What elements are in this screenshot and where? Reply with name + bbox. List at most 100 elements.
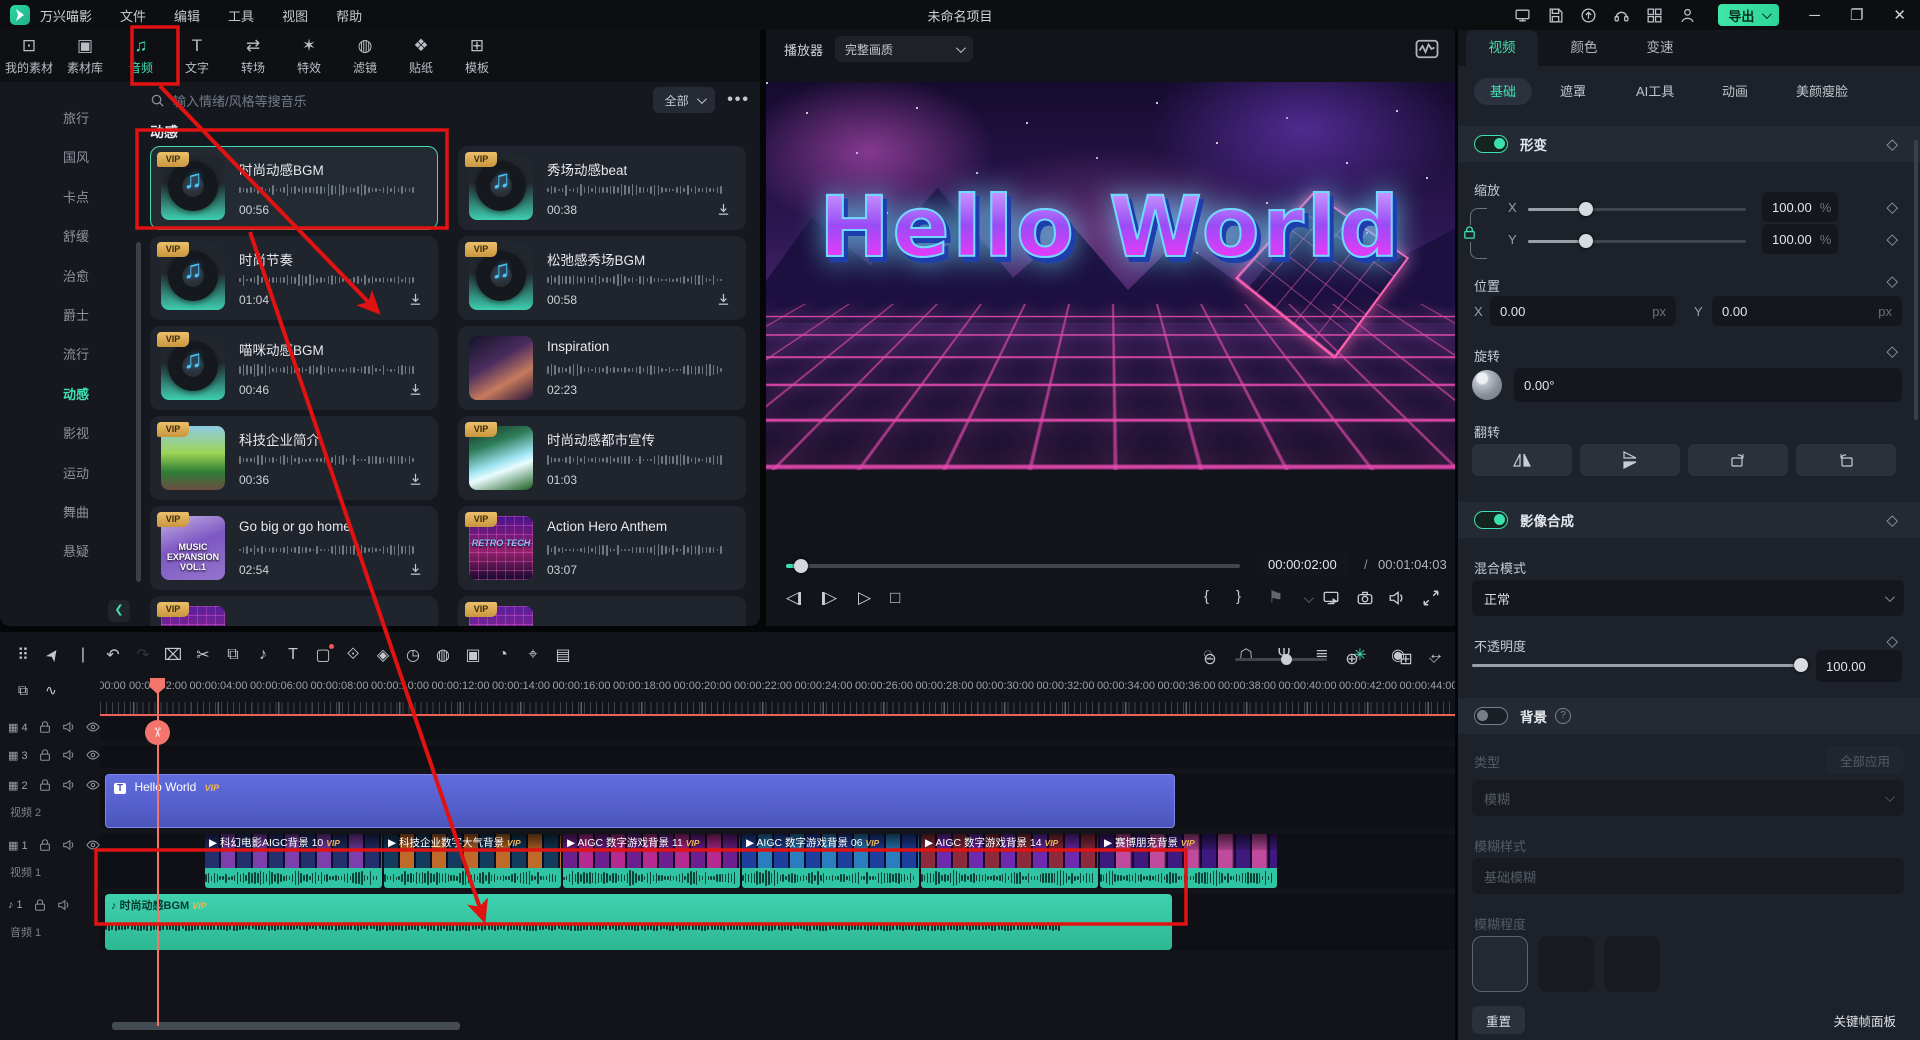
inspector-scrollbar[interactable] [1914, 140, 1918, 420]
flip-horizontal-button[interactable] [1472, 444, 1572, 476]
speaker-icon[interactable] [62, 720, 76, 734]
music-item[interactable]: VIP [458, 596, 746, 626]
display-ratio-icon[interactable] [1322, 589, 1340, 607]
music-item[interactable]: VIP 松弛感秀场BGM 00:58 [458, 236, 746, 320]
minimize-button[interactable]: ─ [1809, 7, 1820, 24]
subtab-mask[interactable]: 遮罩 [1560, 78, 1586, 105]
undo-icon[interactable]: ↶ [98, 645, 128, 665]
save-icon[interactable] [1547, 7, 1564, 24]
lock-icon[interactable] [33, 898, 47, 912]
compositing-toggle[interactable] [1474, 511, 1508, 529]
blur-amount-swatch[interactable] [1538, 936, 1594, 992]
filter-dropdown[interactable]: 全部 [653, 87, 715, 113]
upload-icon[interactable] [1580, 7, 1597, 24]
media-tab[interactable]: ♫ 音频 [114, 36, 168, 76]
subtab-animation[interactable]: 动画 [1722, 78, 1748, 105]
track-header-3[interactable]: ▦ 3 [0, 748, 100, 762]
media-tab[interactable]: ⊡ 我的素材 [2, 36, 56, 76]
reset-button[interactable]: 重置 [1472, 1006, 1525, 1034]
maximize-button[interactable]: ❐ [1850, 6, 1863, 24]
media-tab[interactable]: T 文字 [170, 36, 224, 76]
media-tab[interactable]: ⊞ 模板 [450, 36, 504, 76]
detach-audio-icon[interactable]: ♪ [248, 646, 278, 664]
split-icon[interactable]: ✂ [188, 645, 218, 665]
seek-thumb[interactable] [794, 559, 808, 573]
track-options-icon[interactable]: ⊞ [1391, 649, 1421, 669]
category-item[interactable]: 动感 [0, 380, 130, 410]
playback-quality-dropdown[interactable]: 完整画质 [835, 36, 973, 62]
previous-frame-button[interactable]: ◁ [786, 588, 801, 608]
account-icon[interactable] [1679, 7, 1696, 24]
speed-icon[interactable]: ◷ [398, 645, 428, 665]
speaker-icon[interactable] [62, 838, 76, 852]
menu-item[interactable]: 工具 [228, 6, 254, 25]
help-icon[interactable]: ? [1555, 708, 1571, 724]
video-clip[interactable]: ▶ 科技企业数字大气背景 VIP [384, 834, 561, 888]
category-item[interactable]: 运动 [0, 459, 130, 489]
timeline-zoom-slider[interactable] [1235, 658, 1327, 661]
zoom-in-icon[interactable]: ⊕ [1337, 649, 1367, 669]
menu-item[interactable]: 文件 [120, 6, 146, 25]
music-item[interactable]: MUSIC EXPANSION VOL.1 VIP Go big or go h… [150, 506, 438, 590]
support-headset-icon[interactable] [1613, 7, 1630, 24]
select-tool-icon[interactable]: ➤ [36, 637, 70, 673]
collapse-sidebar-button[interactable]: ❮ [108, 600, 130, 622]
flip-vertical-button[interactable] [1580, 444, 1680, 476]
snapshot-camera-icon[interactable] [1356, 589, 1374, 607]
track-header-2[interactable]: ▦ 2 [0, 778, 100, 792]
rotate-knob[interactable] [1472, 370, 1502, 400]
music-item[interactable]: RETRO TECH VIP Action Hero Anthem 03:07 [458, 506, 746, 590]
divider[interactable]: | [68, 646, 98, 664]
video-clip[interactable]: ▶ 赛博朋克背景 VIP [1100, 834, 1277, 888]
track-lane-3[interactable] [100, 746, 1455, 768]
opacity-input[interactable]: 100.00 [1816, 650, 1902, 682]
bg-type-dropdown[interactable]: 模糊 [1472, 780, 1904, 816]
category-item[interactable]: 流行 [0, 340, 130, 370]
scopes-icon[interactable] [1415, 37, 1439, 61]
lock-icon[interactable] [38, 838, 52, 852]
category-item[interactable]: 国风 [0, 143, 130, 173]
keyframe-panel-button[interactable]: 关键帧面板 [1819, 1006, 1910, 1034]
scale-x-input[interactable]: 100.00% [1762, 192, 1838, 222]
music-item[interactable]: VIP [150, 596, 438, 626]
position-y-input[interactable]: 0.00px [1712, 296, 1902, 326]
media-tab[interactable]: ▣ 素材库 [58, 36, 112, 76]
rotate-keyframe-icon[interactable]: ◇ [1886, 342, 1898, 360]
background-toggle[interactable] [1474, 707, 1508, 725]
marker-flag-icon[interactable]: ⚑ [1268, 588, 1283, 608]
video-clip[interactable]: ▶ AIGC 数字游戏背景 06 VIP [742, 834, 919, 888]
category-item[interactable]: 卡点 [0, 183, 130, 213]
portrait-icon[interactable]: ▣ [458, 645, 488, 665]
position-keyframe-icon[interactable]: ◇ [1886, 272, 1898, 290]
timer-icon[interactable]: ◔ [488, 646, 518, 664]
copy-to-library-icon[interactable]: ⧉ [8, 682, 38, 699]
search-input[interactable]: 输入情绪/风格等搜音乐 [173, 91, 653, 110]
speaker-icon[interactable] [62, 778, 76, 792]
category-item[interactable]: 悬疑 [0, 537, 130, 567]
transform-toggle[interactable] [1474, 135, 1508, 153]
stop-button[interactable]: □ [890, 588, 900, 608]
keyframe-tool-icon[interactable]: ◈ [368, 645, 398, 665]
subtab-basic[interactable]: 基础 [1474, 78, 1532, 105]
category-item[interactable]: 舒缓 [0, 222, 130, 252]
play-button[interactable]: ▷ [858, 588, 871, 608]
eye-icon[interactable] [86, 720, 100, 734]
download-icon[interactable] [408, 562, 423, 577]
speaker-icon[interactable] [57, 898, 71, 912]
opacity-keyframe-icon[interactable]: ◇ [1886, 632, 1898, 650]
next-frame-button[interactable]: ▷ [822, 588, 837, 608]
curve-icon[interactable]: ∿ [36, 682, 66, 699]
playhead-cut-button[interactable]: ✂ [145, 720, 170, 745]
workspace-icon[interactable] [1646, 7, 1663, 24]
delete-icon[interactable]: ⌧ [158, 645, 188, 665]
position-x-input[interactable]: 0.00px [1490, 296, 1676, 326]
media-tab[interactable]: ◍ 滤镜 [338, 36, 392, 76]
mask-icon[interactable]: ▢ [308, 645, 338, 665]
music-item[interactable]: VIP 时尚动感BGM 00:56 [150, 146, 438, 230]
video-clip[interactable]: ▶ 科幻电影AIGC背景 10 VIP [205, 834, 382, 888]
audio-track-header-1[interactable]: ♪ 1 [0, 898, 100, 912]
video-clip[interactable]: ▶ AIGC 数字游戏背景 14 VIP [921, 834, 1098, 888]
tab-video[interactable]: 视频 [1466, 30, 1538, 66]
lock-aspect-icon[interactable] [1462, 225, 1477, 240]
video-viewport[interactable]: Hello World [766, 82, 1455, 470]
